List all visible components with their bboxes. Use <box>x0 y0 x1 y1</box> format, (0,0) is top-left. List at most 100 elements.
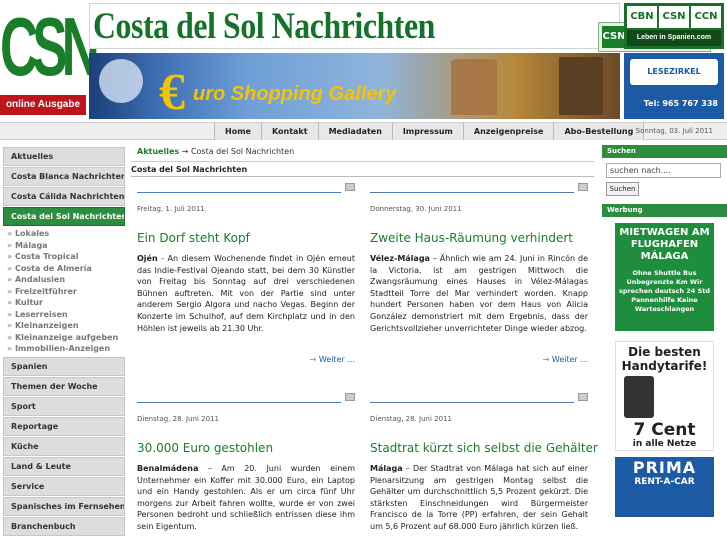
top-navigation: Home Kontakt Mediadaten Impressum Anzeig… <box>0 122 727 140</box>
article-date: Donnerstag, 30. Juni 2011 <box>370 205 462 213</box>
euro-symbol: € <box>159 64 185 119</box>
mini-logo-icon: CSN <box>602 26 626 48</box>
lesezirkel-label: LESEZIRKEL <box>630 59 718 85</box>
article-title[interactable]: 30.000 Euro gestohlen <box>137 441 355 457</box>
search-button[interactable]: Suchen <box>606 182 639 196</box>
sidebar-item-spanisches-im-fernsehen[interactable]: Spanisches im Fernsehen <box>3 496 125 516</box>
sidebar-sub-immobilien-anzeigen[interactable]: Immobilien-Anzeigen <box>7 343 125 355</box>
nav-mediadaten[interactable]: Mediadaten <box>317 123 392 140</box>
sidebar-sub-freizeitfuehrer[interactable]: Freizeitführer <box>7 286 125 298</box>
sidebar-item-spanien[interactable]: Spanien <box>3 356 125 376</box>
breadcrumb-home-link[interactable]: Aktuelles <box>137 147 179 156</box>
article-title[interactable]: Ein Dorf steht Kopf <box>137 231 355 247</box>
euro-shopping-gallery-banner[interactable]: € uro Shopping Gallery <box>89 53 620 119</box>
article-teaser: Málaga – Der Stadtrat von Málaga hat sic… <box>370 463 588 533</box>
phone-icon <box>624 376 654 418</box>
sidebar-submenu: Lokales Málaga Costa Tropical Costa de A… <box>3 227 125 357</box>
article-text: – Am 20. Juni wurden einem Unternehmer e… <box>137 464 355 531</box>
email-icon[interactable] <box>578 393 588 401</box>
ad-handytarife-net: in alle Netze <box>632 439 697 449</box>
ads-heading: Werbung <box>602 204 727 217</box>
nav-impressum[interactable]: Impressum <box>391 123 463 140</box>
ad-prima-rent-a-car[interactable]: PRIMA RENT-A-CAR <box>615 457 714 517</box>
masthead: Costa del Sol Nachrichten CSN Costa del … <box>89 3 711 52</box>
csn-logo-text: CSN <box>0 2 100 94</box>
sidebar-item-costa-blanca[interactable]: Costa Blanca Nachrichten <box>3 167 125 186</box>
sidebar-sub-andalusien[interactable]: Andalusien <box>7 274 125 286</box>
article-text: – Der Stadtrat von Málaga hat sich auf e… <box>370 464 588 531</box>
ad-handytarife-title: Die besten Handytarife! <box>621 345 708 373</box>
nav-kontakt[interactable]: Kontakt <box>260 123 318 140</box>
breadcrumb: Aktuelles → Costa del Sol Nachrichten <box>131 145 594 159</box>
article-card: Freitag, 1. Juli 2011 Ein Dorf steht Kop… <box>137 183 355 364</box>
online-edition-label: online Ausgabe <box>0 95 86 115</box>
current-date: Sonntag, 03. Juli 2011 <box>635 127 713 135</box>
sidebar-item-themen-der-woche[interactable]: Themen der Woche <box>3 376 125 396</box>
article-divider <box>137 183 341 193</box>
weiter-link[interactable]: Weiter ... <box>543 355 588 364</box>
search-input[interactable] <box>606 163 721 178</box>
sidebar-item-kueche[interactable]: Küche <box>3 436 125 456</box>
sidebar-item-reportage[interactable]: Reportage <box>3 416 125 436</box>
sidebar-item-land-und-leute[interactable]: Land & Leute <box>3 456 125 476</box>
breadcrumb-separator: → <box>179 147 191 156</box>
banner-text: uro Shopping Gallery <box>193 83 397 105</box>
sidebar-sub-kultur[interactable]: Kultur <box>7 297 125 309</box>
article-teaser: Benalmádena – Am 20. Juni wurden einem U… <box>137 463 355 533</box>
ad-handytarife[interactable]: Die besten Handytarife! 7 Cent in alle N… <box>615 341 714 451</box>
nav-home[interactable]: Home <box>214 123 261 140</box>
right-column: Suchen Suchen Werbung MIETWAGEN AM FLUGH… <box>602 145 727 517</box>
article-title[interactable]: Stadtrat kürzt sich selbst die Gehälter <box>370 441 598 457</box>
masthead-title: Costa del Sol Nachrichten <box>93 6 435 47</box>
tag-code-cbn: CBN <box>627 6 657 28</box>
globe-icon <box>99 59 143 103</box>
search-heading: Suchen <box>602 145 727 158</box>
nav-abo-bestellung[interactable]: Abo-Bestellung <box>553 123 645 140</box>
sidebar-sub-malaga[interactable]: Málaga <box>7 240 125 252</box>
weiter-link[interactable]: Weiter ... <box>310 355 355 364</box>
sidebar-sub-leserreisen[interactable]: Leserreisen <box>7 309 125 321</box>
article-card: Dienstag, 28. Juni 2011 30.000 Euro gest… <box>137 393 355 533</box>
ad-mietwagen-title: MIETWAGEN AM FLUGHAFEN MÁLAGA <box>619 227 710 262</box>
article-title[interactable]: Zweite Haus-Räumung verhindert <box>370 231 588 247</box>
email-icon[interactable] <box>578 183 588 191</box>
sidebar-sub-kleinanzeige-aufgeben[interactable]: Kleinanzeige aufgeben <box>7 332 125 344</box>
email-icon[interactable] <box>345 393 355 401</box>
article-divider <box>137 393 341 403</box>
leben-in-spanien-banner[interactable]: CBN CSN CCN Leben in Spanien.com <box>624 3 724 49</box>
article-text: - An diesem Wochenende findet in Ojén er… <box>137 254 355 333</box>
nav-anzeigenpreise[interactable]: Anzeigenpreise <box>462 123 554 140</box>
sidebar-item-branchenbuch[interactable]: Branchenbuch <box>3 516 125 536</box>
ad-mietwagen[interactable]: MIETWAGEN AM FLUGHAFEN MÁLAGA Ohne Shutt… <box>615 223 714 331</box>
sidebar-sub-lokales[interactable]: Lokales <box>7 228 125 240</box>
article-card: Dienstag, 28. Juni 2011 Stadtrat kürzt s… <box>370 393 598 533</box>
article-date: Dienstag, 28. Juni 2011 <box>137 415 219 423</box>
article-place: Málaga <box>370 464 403 473</box>
article-place: Benalmádena <box>137 464 199 473</box>
main-content: Aktuelles → Costa del Sol Nachrichten Co… <box>131 145 598 531</box>
ad-handytarife-price: 7 Cent <box>633 420 696 440</box>
article-place: Vélez-Málaga <box>370 254 430 263</box>
lesezirkel-banner[interactable]: LESEZIRKEL Tel: 965 767 338 <box>624 53 724 119</box>
sidebar-item-costa-del-sol[interactable]: Costa del Sol Nachrichten <box>3 207 125 226</box>
section-title: Costa del Sol Nachrichten <box>131 161 594 177</box>
article-place: Ojén <box>137 254 158 263</box>
sidebar-item-service[interactable]: Service <box>3 476 125 496</box>
sidebar-sub-costa-de-almeria[interactable]: Costa de Almería <box>7 263 125 275</box>
article-divider <box>370 393 574 403</box>
article-date: Dienstag, 28. Juni 2011 <box>370 415 452 423</box>
sidebar: Aktuelles Costa Blanca Nachrichten Costa… <box>3 147 125 537</box>
sidebar-item-sport[interactable]: Sport <box>3 396 125 416</box>
email-icon[interactable] <box>345 183 355 191</box>
sidebar-sub-kleinanzeigen[interactable]: Kleinanzeigen <box>7 320 125 332</box>
sidebar-item-costa-calida[interactable]: Costa Cálida Nachrichten <box>3 187 125 206</box>
colosseum-image <box>451 59 497 115</box>
sidebar-sub-costa-tropical[interactable]: Costa Tropical <box>7 251 125 263</box>
lesezirkel-phone: Tel: 965 767 338 <box>643 99 718 108</box>
ad-mietwagen-text: Ohne Shuttle Bus Unbegrenzte Km Wir spre… <box>618 269 711 313</box>
csn-logo[interactable]: CSN online Ausgabe <box>0 0 100 116</box>
ad-prima-sub: RENT-A-CAR <box>634 477 695 487</box>
article-teaser: Vélez-Málaga – Ähnlich wie am 24. Juni i… <box>370 253 588 334</box>
sidebar-item-aktuelles[interactable]: Aktuelles <box>3 147 125 166</box>
article-date: Freitag, 1. Juli 2011 <box>137 205 205 213</box>
